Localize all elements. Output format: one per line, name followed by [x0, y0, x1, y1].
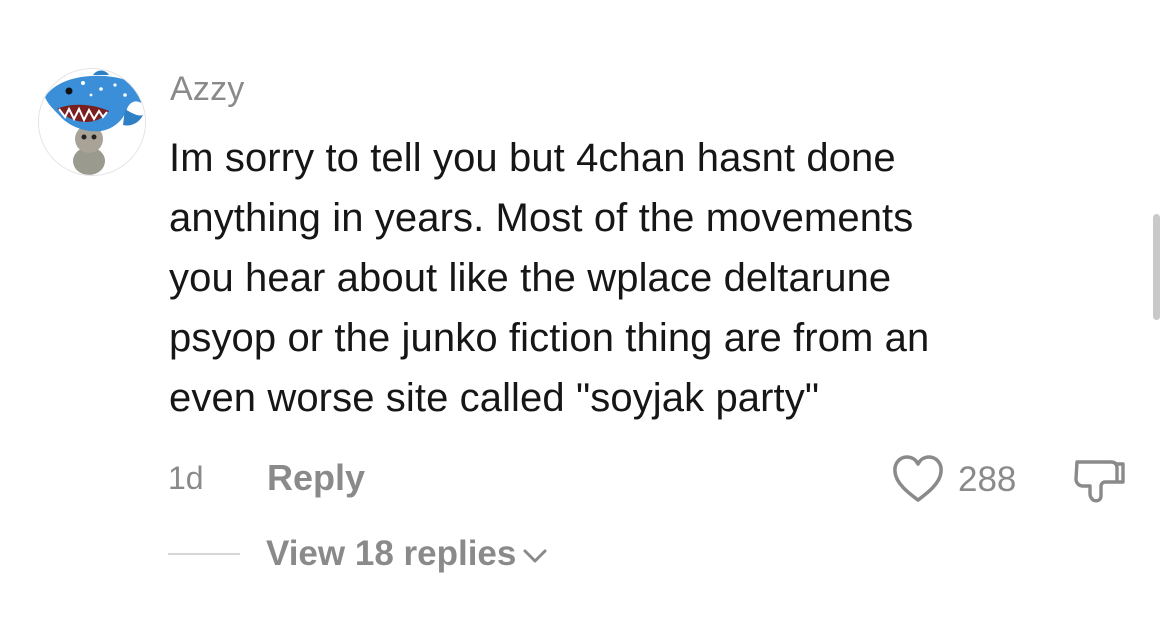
dislike-button[interactable]: [1071, 452, 1127, 506]
avatar[interactable]: [38, 68, 146, 176]
chevron-down-icon: [523, 549, 547, 563]
comment-timestamp: 1d: [168, 460, 204, 496]
comment-text-line: you hear about like the wplace deltarune: [169, 256, 892, 300]
like-count: 288: [958, 460, 1017, 499]
scrollbar[interactable]: [1153, 214, 1160, 320]
comment-text-line: even worse site called "soyjak party": [169, 376, 820, 420]
view-replies-label: View 18 replies: [266, 534, 517, 573]
comment-text-line: psyop or the junko fiction thing are fro…: [169, 316, 930, 360]
heart-icon: [893, 455, 943, 502]
thumbs-down-icon: [1074, 460, 1125, 503]
comment-text-line: anything in years. Most of the movements: [169, 196, 914, 240]
reply-button[interactable]: Reply: [267, 457, 365, 499]
shark-avatar-icon: [39, 69, 145, 175]
view-replies-button[interactable]: View 18 replies: [266, 534, 548, 574]
comment-text: Im sorry to tell you but 4chan hasnt don…: [169, 128, 1129, 428]
like-button[interactable]: [890, 452, 946, 506]
replies-divider: [168, 553, 240, 555]
comment-text-line: Im sorry to tell you but 4chan hasnt don…: [169, 136, 896, 180]
comment-username[interactable]: Azzy: [170, 70, 244, 109]
